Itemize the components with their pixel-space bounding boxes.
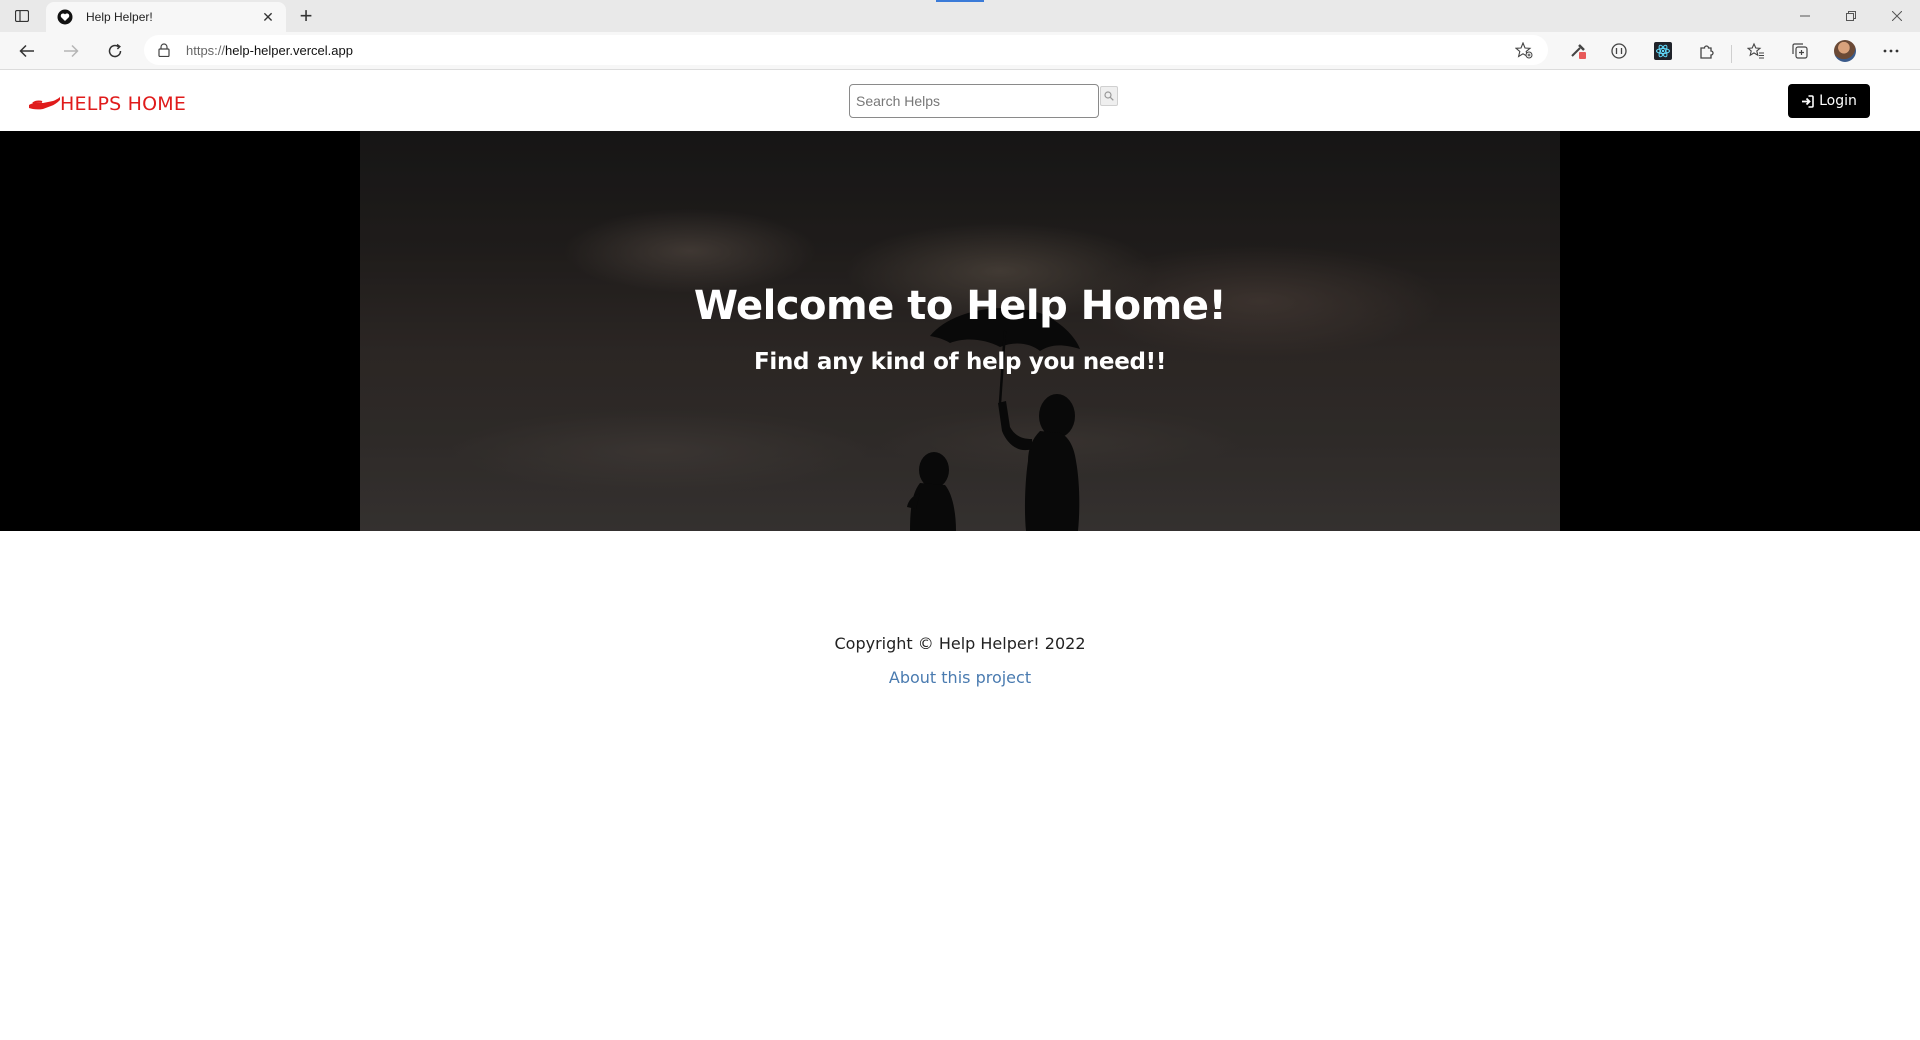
extensions-puzzle-icon[interactable] — [1694, 39, 1720, 63]
address-bar[interactable]: https://help-helper.vercel.app — [144, 35, 1548, 65]
lock-icon[interactable] — [156, 42, 172, 58]
hero-overlay — [360, 131, 1560, 531]
hand-icon — [29, 97, 60, 110]
minimize-icon[interactable] — [1782, 0, 1828, 32]
restore-icon[interactable] — [1828, 0, 1874, 32]
about-project-link[interactable]: About this project — [0, 668, 1920, 687]
forward-arrow-icon[interactable] — [58, 39, 84, 63]
heart-shield-favicon-icon — [56, 8, 74, 26]
brand-link[interactable]: HELPS HOME — [29, 93, 186, 115]
copyright-text: Copyright © Help Helper! 2022 — [834, 634, 1086, 653]
refresh-icon[interactable] — [102, 39, 128, 63]
brand-name: HELPS HOME — [60, 93, 187, 115]
hero-subtitle: Find any kind of help you need!! — [753, 349, 1167, 375]
login-button[interactable]: Login — [1788, 84, 1870, 118]
color-picker-extension-icon[interactable] — [1565, 39, 1591, 63]
tracking-extension-icon[interactable] — [1606, 39, 1632, 63]
back-arrow-icon[interactable] — [14, 39, 40, 63]
login-label: Login — [1819, 93, 1857, 109]
browser-toolbar: https://help-helper.vercel.app — [0, 32, 1920, 70]
tab-drag-indicator — [936, 0, 984, 2]
search-button[interactable] — [1100, 86, 1118, 106]
plus-icon[interactable]: + — [294, 3, 318, 28]
sidebar-toggle-icon — [15, 10, 29, 22]
search-input[interactable] — [849, 84, 1099, 118]
browser-tab[interactable]: Help Helper! ✕ — [46, 2, 286, 32]
add-favorite-icon[interactable] — [1514, 41, 1534, 59]
react-devtools-extension-icon[interactable] — [1650, 39, 1676, 63]
profile-avatar[interactable] — [1832, 39, 1858, 63]
search-form — [849, 84, 1118, 118]
close-icon[interactable]: ✕ — [260, 9, 276, 25]
browser-tab-bar: Help Helper! ✕ + — [0, 0, 1920, 32]
url-scheme: https:// — [186, 42, 226, 58]
hero-title: Welcome to Help Home! — [693, 283, 1227, 329]
avatar — [1834, 40, 1856, 62]
url-text[interactable]: https://help-helper.vercel.app — [186, 43, 353, 58]
search-icon — [1104, 91, 1114, 101]
window-controls — [1782, 0, 1920, 32]
hero-banner: Welcome to Help Home! Find any kind of h… — [0, 131, 1920, 531]
tab-actions-button[interactable] — [10, 6, 34, 26]
url-host: help-helper.vercel.app — [225, 42, 353, 58]
tab-title: Help Helper! — [86, 10, 153, 24]
collections-icon[interactable] — [1787, 39, 1813, 63]
hero-image — [360, 131, 1560, 531]
login-icon — [1801, 94, 1815, 108]
toolbar-divider — [1731, 45, 1732, 63]
site-navbar: HELPS HOME Login — [0, 71, 1920, 131]
favorites-icon[interactable] — [1743, 39, 1769, 63]
more-icon[interactable] — [1878, 39, 1904, 63]
window-close-icon[interactable] — [1874, 0, 1920, 32]
